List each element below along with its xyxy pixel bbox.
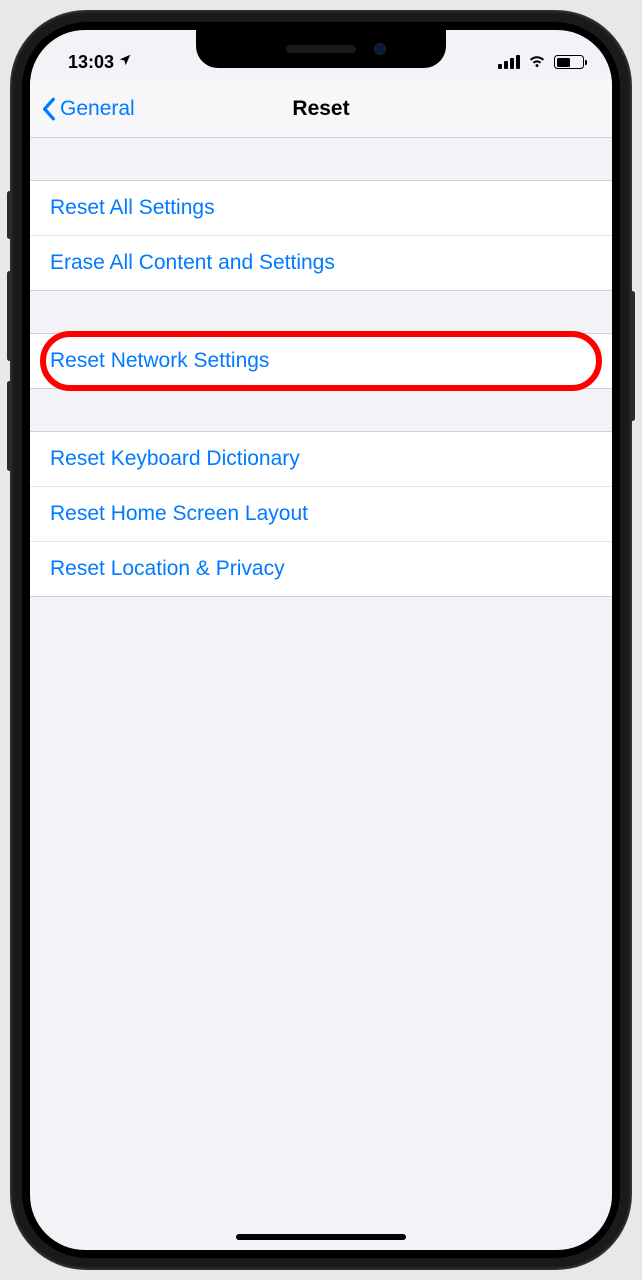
- reset-all-settings[interactable]: Reset All Settings: [30, 181, 612, 236]
- battery-icon: [554, 55, 584, 69]
- list-item-label: Reset All Settings: [50, 196, 215, 219]
- home-indicator[interactable]: [236, 1234, 406, 1240]
- side-button-power: [630, 291, 635, 421]
- phone-bezel: 13:03: [22, 22, 620, 1258]
- status-time: 13:03: [68, 52, 114, 73]
- reset-network-settings[interactable]: Reset Network Settings: [30, 334, 612, 388]
- side-button-volume-down: [7, 381, 12, 471]
- side-button-volume-up: [7, 271, 12, 361]
- location-services-icon: [118, 53, 132, 72]
- navigation-bar: General Reset: [30, 80, 612, 138]
- screen: 13:03: [30, 30, 612, 1250]
- page-title: Reset: [292, 97, 349, 121]
- phone-frame: 13:03: [11, 11, 631, 1269]
- list-item-label: Reset Network Settings: [50, 349, 269, 372]
- reset-home-screen-layout[interactable]: Reset Home Screen Layout: [30, 487, 612, 542]
- reset-keyboard-dictionary[interactable]: Reset Keyboard Dictionary: [30, 432, 612, 487]
- list-item-label: Reset Location & Privacy: [50, 557, 285, 580]
- speaker: [286, 45, 356, 53]
- notch: [196, 30, 446, 68]
- side-button-mute: [7, 191, 12, 239]
- list-group: Reset All Settings Erase All Content and …: [30, 180, 612, 291]
- content-area: Reset All Settings Erase All Content and …: [30, 138, 612, 639]
- status-left: 13:03: [68, 52, 132, 73]
- list-group: Reset Network Settings: [30, 333, 612, 389]
- chevron-left-icon: [42, 97, 56, 121]
- back-button[interactable]: General: [42, 97, 135, 121]
- front-camera: [374, 43, 386, 55]
- reset-location-privacy[interactable]: Reset Location & Privacy: [30, 542, 612, 596]
- list-item-label: Reset Home Screen Layout: [50, 502, 308, 525]
- cellular-signal-icon: [498, 55, 520, 69]
- back-label: General: [60, 97, 135, 121]
- list-item-label: Erase All Content and Settings: [50, 251, 335, 274]
- wifi-icon: [527, 52, 547, 73]
- status-right: [498, 52, 584, 73]
- list-item-label: Reset Keyboard Dictionary: [50, 447, 300, 470]
- erase-all-content[interactable]: Erase All Content and Settings: [30, 236, 612, 290]
- list-group: Reset Keyboard Dictionary Reset Home Scre…: [30, 431, 612, 597]
